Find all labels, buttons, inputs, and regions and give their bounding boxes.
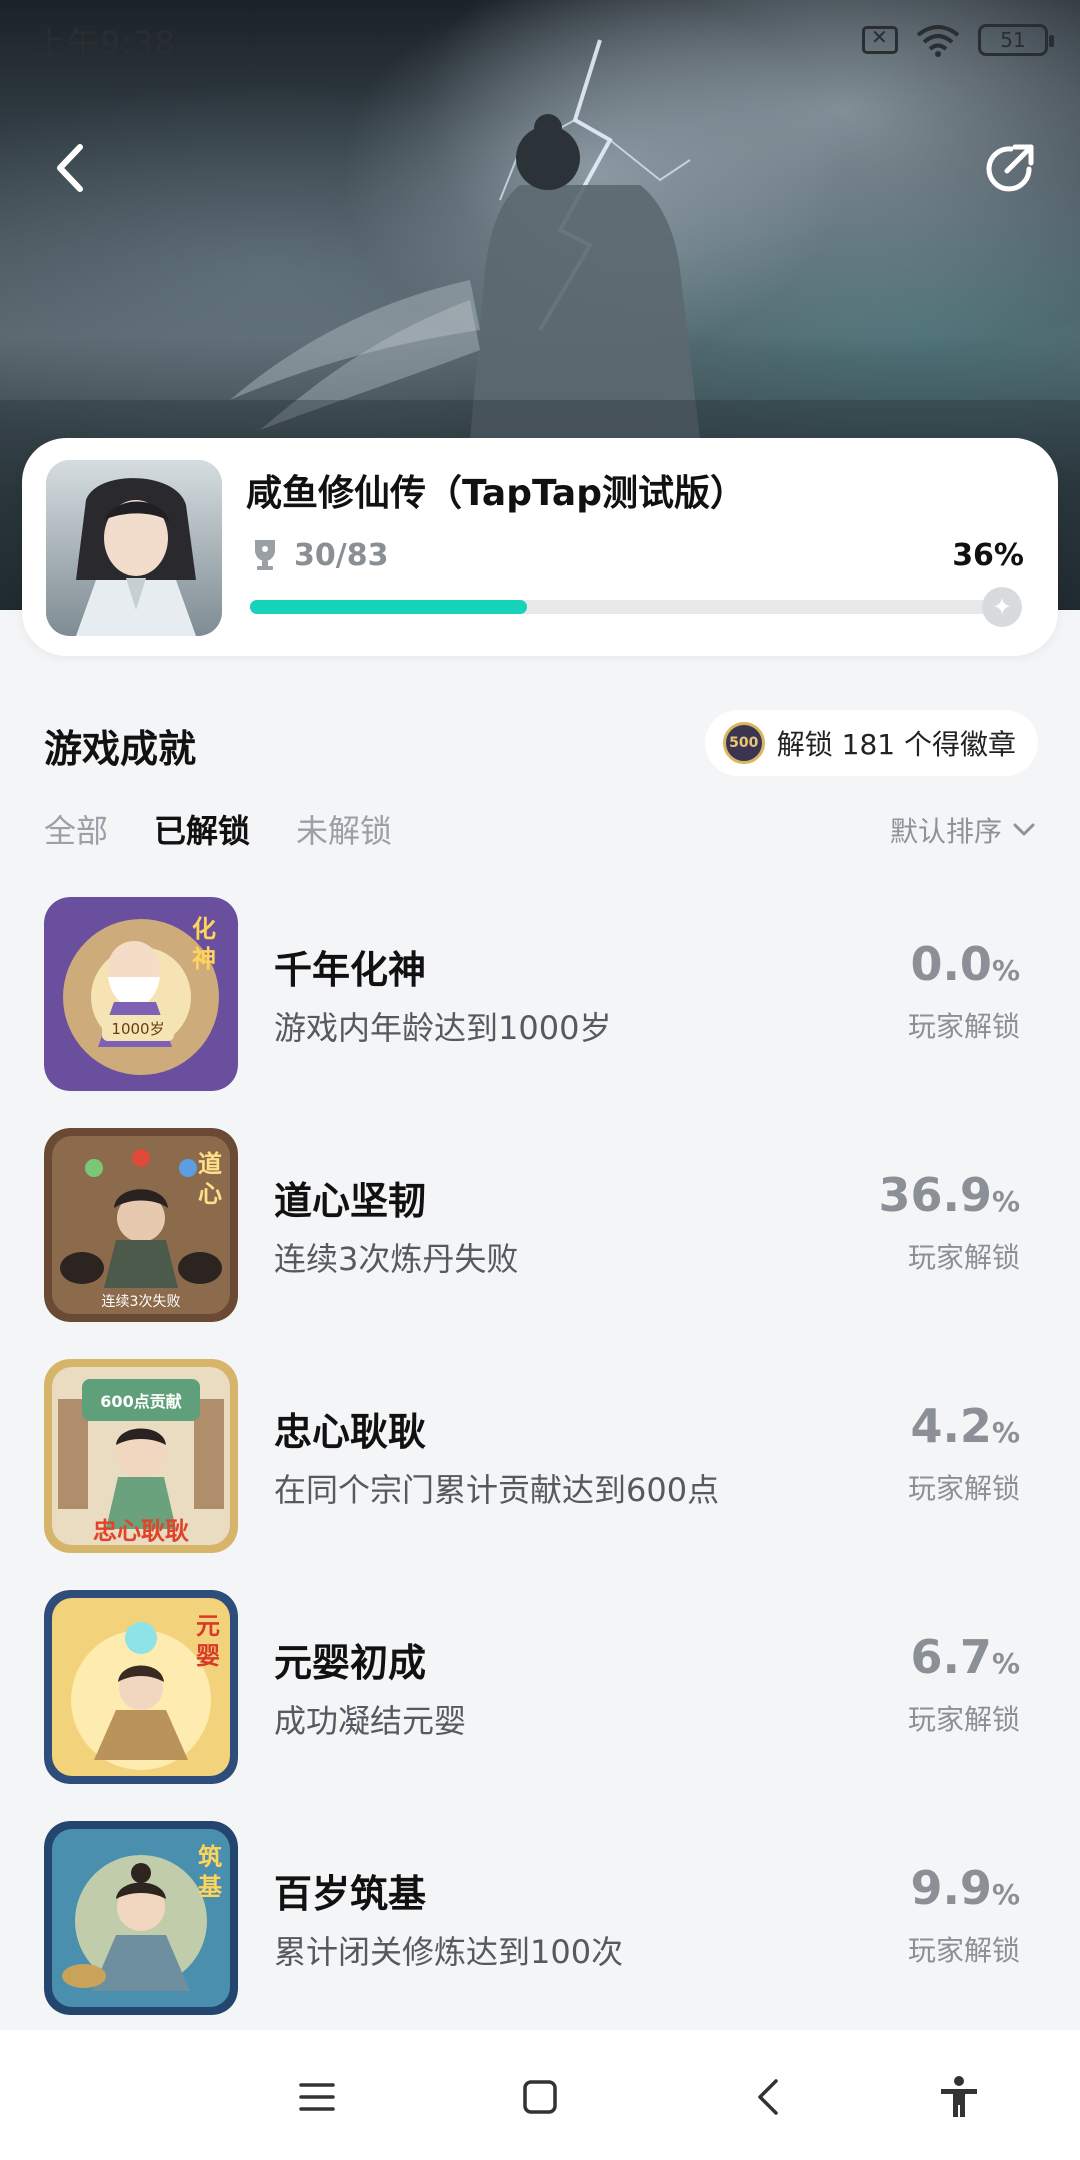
sort-dropdown[interactable]: 默认排序 [890,810,1036,850]
achievement-icon-char-2: 婴 [196,1642,220,1670]
chevron-left-icon [57,144,83,192]
accessibility-icon [941,2076,977,2117]
achievement-desc: 成功凝结元婴 [274,1702,467,1740]
unlock-rate-value: 6.7 [910,1630,992,1684]
menu-button[interactable] [282,2062,352,2132]
achievement-name: 忠心耿耿 [274,1410,427,1454]
home-square-icon [523,2080,557,2114]
achievement-desc: 游戏内年龄达到1000岁 [274,1009,612,1047]
achievement-icon-char-2: 神 [192,945,216,973]
achievement-count: 30/83 [294,538,389,573]
chevron-down-icon [1013,823,1035,836]
wifi-icon [916,25,960,57]
badge-reward-pill[interactable]: 500 解锁 181 个得徽章 [704,710,1038,776]
unlock-rate-value: 9.9 [910,1861,992,1915]
unlock-rate-value: 0.0 [910,937,992,991]
medal-icon: 500 [722,722,765,764]
achievement-desc: 累计闭关修炼达到100次 [274,1933,624,1971]
achievement-icon: 600点贡献 忠心耿耿 [44,1359,238,1553]
achievement-desc: 连续3次炼丹失败 [274,1240,519,1278]
achievement-icon-chars: 忠心耿耿 [93,1517,189,1545]
section-title: 游戏成就 [44,727,197,771]
unlock-rate-unit: % [991,1647,1020,1680]
unlock-rate-label: 玩家解锁 [907,1241,1020,1274]
unlock-rate-label: 玩家解锁 [907,1010,1020,1043]
achievement-icon: 筑 基 [44,1821,238,2015]
system-back-button[interactable] [733,2062,803,2132]
game-info-card: 咸鱼修仙传（TapTap测试版） 30/83 36% ✦ [22,438,1058,656]
filter-tabs: 全部 已解锁 未解锁 [44,806,392,852]
achievement-desc: 在同个宗门累计贡献达到600点 [274,1471,720,1509]
game-title: 咸鱼修仙传（TapTap测试版） [246,473,746,514]
achievement-icon-caption: 连续3次失败 [102,1293,181,1310]
achievement-name: 元婴初成 [274,1641,427,1685]
tab-all[interactable]: 全部 [44,806,108,852]
progress-bar-fill [250,600,528,614]
unlock-rate-label: 玩家解锁 [907,1472,1020,1505]
trophy-icon [255,540,275,570]
share-icon [986,144,1034,192]
unlock-rate-value: 36.9 [878,1168,992,1222]
share-button[interactable] [970,128,1050,208]
achievement-icon-char-2: 心 [198,1180,222,1208]
achievement-icon-caption: 600点贡献 [100,1392,181,1411]
system-nav-bar [0,2030,1080,2160]
home-button[interactable] [505,2062,575,2132]
unlock-rate-unit: % [991,1185,1020,1218]
achievement-icon-char-1: 道 [198,1150,222,1178]
unlock-rate: 0.0% [910,937,1020,991]
unlock-rate-unit: % [991,954,1020,987]
status-bar: 上午9:38 51 [0,0,1080,76]
achievement-item[interactable]: 600点贡献 忠心耿耿 忠心耿耿 在同个宗门累计贡献达到600点 4.2% 玩家… [44,1359,1040,1555]
achievement-icon: 元 婴 [44,1590,238,1784]
completion-percent: 36% [952,538,1024,573]
achievement-name: 道心坚韧 [274,1179,427,1223]
game-icon[interactable] [46,460,222,636]
unlock-rate-label: 玩家解锁 [907,1934,1020,1967]
battery-level: 51 [1000,28,1026,52]
menu-icon [299,2083,335,2111]
achievement-icon-caption: 1000岁 [111,1020,164,1038]
unlock-rate-value: 4.2 [910,1399,992,1453]
unlock-rate-unit: % [991,1878,1020,1911]
achievement-item[interactable]: 1000岁 化 神 千年化神 游戏内年龄达到1000岁 0.0% 玩家解锁 [44,897,1040,1093]
achievement-icon-char-1: 筑 [198,1843,222,1871]
badge-reward-text: 解锁 181 个得徽章 [776,728,1016,761]
achievement-icon: 连续3次失败 道 心 [44,1128,238,1322]
status-icons: 51 [862,20,1054,60]
unlock-rate-unit: % [991,1416,1020,1449]
status-time: 上午9:38 [34,24,176,62]
unlock-rate: 6.7% [910,1630,1020,1684]
achievement-item[interactable]: 连续3次失败 道 心 道心坚韧 连续3次炼丹失败 36.9% 玩家解锁 [44,1128,1040,1324]
achievement-name: 百岁筑基 [274,1872,427,1916]
achievement-name: 千年化神 [274,948,427,992]
medal-label: 500 [729,735,759,751]
unlock-rate: 4.2% [910,1399,1020,1453]
unlock-rate: 9.9% [910,1861,1020,1915]
achievement-item[interactable]: 元 婴 元婴初成 成功凝结元婴 6.7% 玩家解锁 [44,1590,1040,1786]
tab-unlocked[interactable]: 已解锁 [154,806,250,852]
sort-label: 默认排序 [889,815,1002,848]
progress-goal-icon: ✦ [982,587,1022,627]
back-button[interactable] [30,128,110,208]
progress-bar: ✦ [250,587,1022,627]
battery-icon: 51 [978,24,1054,56]
no-sim-icon [862,25,898,54]
accessibility-button[interactable] [924,2062,994,2132]
page: 上午9:38 51 [0,0,1080,2160]
achievement-icon: 1000岁 化 神 [44,897,238,1091]
chevron-left-icon [758,2079,778,2115]
achievement-icon-char-2: 基 [198,1873,223,1901]
unlock-rate: 36.9% [878,1168,1020,1222]
achievement-icon-char-1: 化 [192,915,216,943]
unlock-rate-label: 玩家解锁 [907,1703,1020,1736]
achievement-icon-char-1: 元 [196,1612,220,1640]
achievement-item[interactable]: 筑 基 百岁筑基 累计闭关修炼达到100次 9.9% 玩家解锁 [44,1821,1040,2017]
tab-locked[interactable]: 未解锁 [296,806,392,852]
